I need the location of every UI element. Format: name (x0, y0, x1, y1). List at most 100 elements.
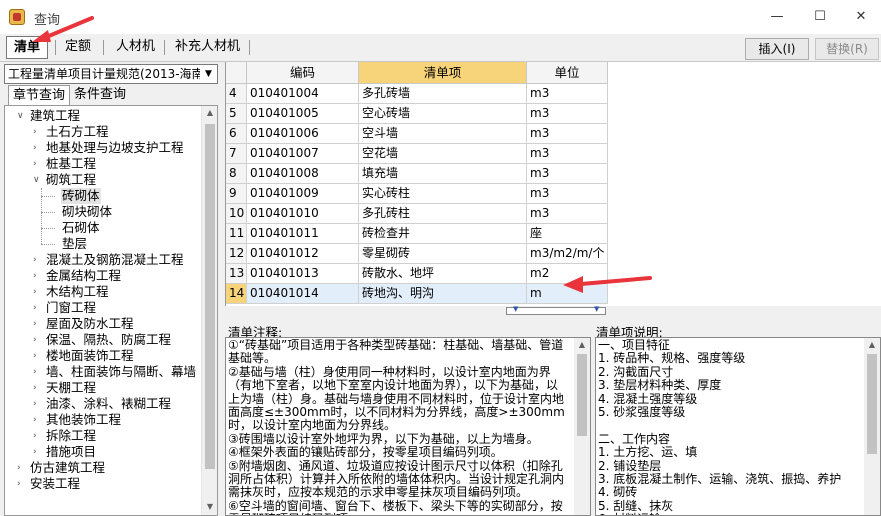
row-unit[interactable]: m2 (527, 264, 608, 284)
tree-node[interactable]: 建筑工程 (29, 108, 81, 124)
row-index[interactable]: 7 (226, 144, 247, 164)
chevron-down-icon[interactable]: ∨ (17, 108, 27, 124)
row-unit[interactable]: m3 (527, 144, 608, 164)
chevron-right-icon[interactable]: › (33, 396, 43, 412)
insert-button[interactable]: 插入(I) (745, 38, 809, 60)
scroll-up-icon[interactable]: ▲ (864, 340, 880, 349)
chevron-right-icon[interactable]: › (33, 300, 43, 316)
chevron-right-icon[interactable]: › (33, 316, 43, 332)
row-code[interactable]: 010401004 (247, 84, 359, 104)
row-index[interactable]: 5 (226, 104, 247, 124)
row-item-name[interactable]: 砖地沟、明沟 (359, 284, 527, 304)
splitter-down-icon[interactable]: ▼ (513, 305, 518, 313)
row-item-name[interactable]: 零星砌砖 (359, 244, 527, 264)
row-unit[interactable]: 座 (527, 224, 608, 244)
table-row[interactable]: 14 010401014 砖地沟、明沟 m (226, 284, 881, 304)
row-unit[interactable]: m3 (527, 184, 608, 204)
table-row[interactable]: 4 010401004 多孔砖墙 m3 (226, 84, 881, 104)
table-row[interactable]: 9 010401009 实心砖柱 m3 (226, 184, 881, 204)
tree-node[interactable]: 保温、隔热、防腐工程 (45, 332, 172, 348)
row-code[interactable]: 010401011 (247, 224, 359, 244)
close-icon[interactable]: ✕ (841, 0, 881, 34)
notes-scrollbar[interactable]: ▲ (574, 338, 590, 515)
scroll-up-icon[interactable]: ▲ (202, 108, 217, 117)
row-unit[interactable]: m3 (527, 124, 608, 144)
row-item-name[interactable]: 实心砖柱 (359, 184, 527, 204)
row-item-name[interactable]: 空心砖墙 (359, 104, 527, 124)
row-code[interactable]: 010401013 (247, 264, 359, 284)
tree-node[interactable]: 混凝土及钢筋混凝土工程 (45, 252, 185, 268)
tree-scroll-thumb[interactable] (205, 124, 215, 469)
row-item-name[interactable]: 空斗墙 (359, 124, 527, 144)
tab-buchong-rencaiji[interactable]: 补充人材机 (168, 36, 247, 59)
table-row[interactable]: 5 010401005 空心砖墙 m3 (226, 104, 881, 124)
row-code[interactable]: 010401010 (247, 204, 359, 224)
chevron-down-icon[interactable]: ▼ (200, 65, 217, 83)
tree-node[interactable]: 拆除工程 (45, 428, 97, 444)
table-row[interactable]: 13 010401013 砖散水、地坪 m2 (226, 264, 881, 284)
tab-condition-query[interactable]: 条件查询 (70, 85, 130, 105)
tree-node[interactable]: 楼地面装饰工程 (45, 348, 135, 364)
row-item-name[interactable]: 空花墙 (359, 144, 527, 164)
row-code[interactable]: 010401014 (247, 284, 359, 304)
row-index[interactable]: 6 (226, 124, 247, 144)
row-unit[interactable]: m3 (527, 204, 608, 224)
row-unit[interactable]: m3 (527, 104, 608, 124)
maximize-icon[interactable]: ☐ (800, 0, 840, 34)
tab-rencaiji[interactable]: 人材机 (109, 36, 162, 59)
chevron-right-icon[interactable]: › (33, 348, 43, 364)
row-item-name[interactable]: 砖检查井 (359, 224, 527, 244)
replace-button[interactable]: 替换(R) (815, 38, 879, 60)
row-item-name[interactable]: 多孔砖柱 (359, 204, 527, 224)
table-row[interactable]: 7 010401007 空花墙 m3 (226, 144, 881, 164)
table-row[interactable]: 10 010401010 多孔砖柱 m3 (226, 204, 881, 224)
panel-splitter[interactable]: ▼ ▼ (506, 305, 606, 315)
tree-node[interactable]: 木结构工程 (45, 284, 110, 300)
chevron-right-icon[interactable]: › (33, 284, 43, 300)
chevron-right-icon[interactable]: › (33, 332, 43, 348)
tree-node[interactable]: 石砌体 (61, 220, 101, 236)
tree-node[interactable]: 安装工程 (29, 476, 81, 492)
tree-node[interactable]: 墙、柱面装饰与隔断、幕墙 (45, 364, 197, 380)
chevron-right-icon[interactable]: › (33, 444, 43, 460)
splitter-down-icon[interactable]: ▼ (594, 305, 599, 313)
tree-node[interactable]: 仿古建筑工程 (29, 460, 106, 476)
chevron-right-icon[interactable]: › (33, 364, 43, 380)
description-scroll-thumb[interactable] (867, 354, 877, 454)
tree-node[interactable]: 土石方工程 (45, 124, 110, 140)
row-index[interactable]: 14 (226, 284, 247, 304)
row-unit[interactable]: m3 (527, 164, 608, 184)
scroll-up-icon[interactable]: ▲ (574, 340, 590, 349)
row-code[interactable]: 010401005 (247, 104, 359, 124)
chevron-right-icon[interactable]: › (33, 252, 43, 268)
row-index[interactable]: 12 (226, 244, 247, 264)
table-row[interactable]: 12 010401012 零星砌砖 m3/m2/m/个 (226, 244, 881, 264)
tree-node[interactable]: 门窗工程 (45, 300, 97, 316)
tab-dinge[interactable]: 定额 (58, 36, 98, 59)
row-code[interactable]: 010401009 (247, 184, 359, 204)
row-index[interactable]: 8 (226, 164, 247, 184)
row-unit[interactable]: m (527, 284, 608, 304)
tree-node[interactable]: 屋面及防水工程 (45, 316, 135, 332)
chevron-right-icon[interactable]: › (33, 428, 43, 444)
row-code[interactable]: 010401008 (247, 164, 359, 184)
scroll-down-icon[interactable]: ▼ (202, 502, 217, 511)
table-row[interactable]: 8 010401008 填充墙 m3 (226, 164, 881, 184)
tree-scrollbar[interactable]: ▲ ▼ (201, 106, 217, 515)
tree-node[interactable]: 桩基工程 (45, 156, 97, 172)
row-item-name[interactable]: 多孔砖墙 (359, 84, 527, 104)
row-item-name[interactable]: 填充墙 (359, 164, 527, 184)
chevron-right-icon[interactable]: › (33, 140, 43, 156)
row-item-name[interactable]: 砖散水、地坪 (359, 264, 527, 284)
row-unit[interactable]: m3 (527, 84, 608, 104)
description-scrollbar[interactable]: ▲ (864, 338, 880, 515)
tab-qingdan[interactable]: 清单 (6, 36, 49, 59)
minimize-icon[interactable]: — (757, 0, 797, 34)
tree-node[interactable]: 金属结构工程 (45, 268, 122, 284)
chevron-right-icon[interactable]: › (33, 124, 43, 140)
tree-node[interactable]: 其他装饰工程 (45, 412, 122, 428)
row-code[interactable]: 010401007 (247, 144, 359, 164)
tree-node[interactable]: 垫层 (61, 236, 88, 252)
chevron-right-icon[interactable]: › (33, 156, 43, 172)
row-index[interactable]: 9 (226, 184, 247, 204)
